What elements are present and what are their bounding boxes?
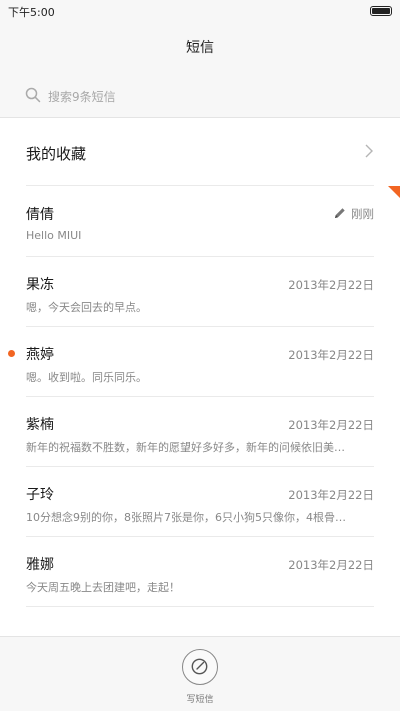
chevron-right-icon [365, 144, 373, 158]
conversation-item[interactable]: 子玲 2013年2月22日 10分想念9别的你，8张照片7张是你，6只小狗5只像… [26, 467, 374, 537]
pencil-icon [335, 208, 345, 218]
favorites-row[interactable]: 我的收藏 [26, 118, 374, 186]
search-input[interactable]: 搜索9条短信 [48, 88, 116, 105]
status-time: 下午5:00 [8, 6, 55, 19]
message-preview: 新年的祝福数不胜数，新年的愿望好多好多，新年的问候依旧美… [26, 441, 345, 454]
message-preview: 10分想念9别的你，8张照片7张是你，6只小狗5只像你，4根骨… [26, 511, 346, 524]
compose-label: 写短信 [186, 695, 214, 705]
conversation-list: 倩倩 刚刚 Hello MIUI 果冻 2013年2月22日 嗯，今天会回去的早… [0, 187, 400, 607]
conversation-item[interactable]: 雅娜 2013年2月22日 今天周五晚上去团建吧，走起！ [26, 537, 374, 607]
contact-name: 紫楠 [26, 417, 54, 433]
contact-name: 果冻 [26, 277, 54, 293]
message-time: 2013年2月22日 [288, 488, 374, 502]
contact-name: 子玲 [26, 487, 54, 503]
message-time: 2013年2月22日 [288, 278, 374, 292]
message-time: 2013年2月22日 [288, 558, 374, 572]
message-preview: 今天周五晚上去团建吧，走起！ [26, 581, 180, 594]
compose-button[interactable] [182, 649, 218, 685]
favorites-label: 我的收藏 [26, 145, 87, 163]
page-title: 短信 [186, 40, 214, 56]
title-bar: 短信 [0, 22, 400, 74]
conversation-item[interactable]: 燕婷 2013年2月22日 嗯。收到啦。同乐同乐。 [8, 327, 374, 397]
conversation-item[interactable]: 果冻 2013年2月22日 嗯，今天会回去的早点。 [26, 257, 374, 327]
message-time: 2013年2月22日 [288, 418, 374, 432]
compose-icon [191, 658, 208, 675]
contact-name: 燕婷 [26, 347, 54, 363]
message-preview: Hello MIUI [26, 229, 82, 242]
bottom-bar: 写短信 [0, 636, 400, 711]
conversation-item[interactable]: 紫楠 2013年2月22日 新年的祝福数不胜数，新年的愿望好多好多，新年的问候依… [26, 397, 374, 467]
message-time: 刚刚 [351, 207, 374, 221]
message-preview: 嗯，今天会回去的早点。 [26, 301, 147, 314]
contact-name: 倩倩 [26, 207, 54, 223]
search-icon [25, 87, 41, 103]
message-preview: 嗯。收到啦。同乐同乐。 [26, 371, 147, 384]
message-time: 2013年2月22日 [288, 348, 374, 362]
battery-icon [370, 6, 392, 16]
status-bar: 下午5:00 [0, 0, 400, 22]
conversation-item[interactable]: 倩倩 刚刚 Hello MIUI [26, 187, 374, 257]
contact-name: 雅娜 [26, 557, 54, 573]
search-bar[interactable]: 搜索9条短信 [0, 74, 400, 118]
unread-dot-icon [8, 350, 15, 357]
draft-status: 刚刚 [334, 206, 374, 222]
